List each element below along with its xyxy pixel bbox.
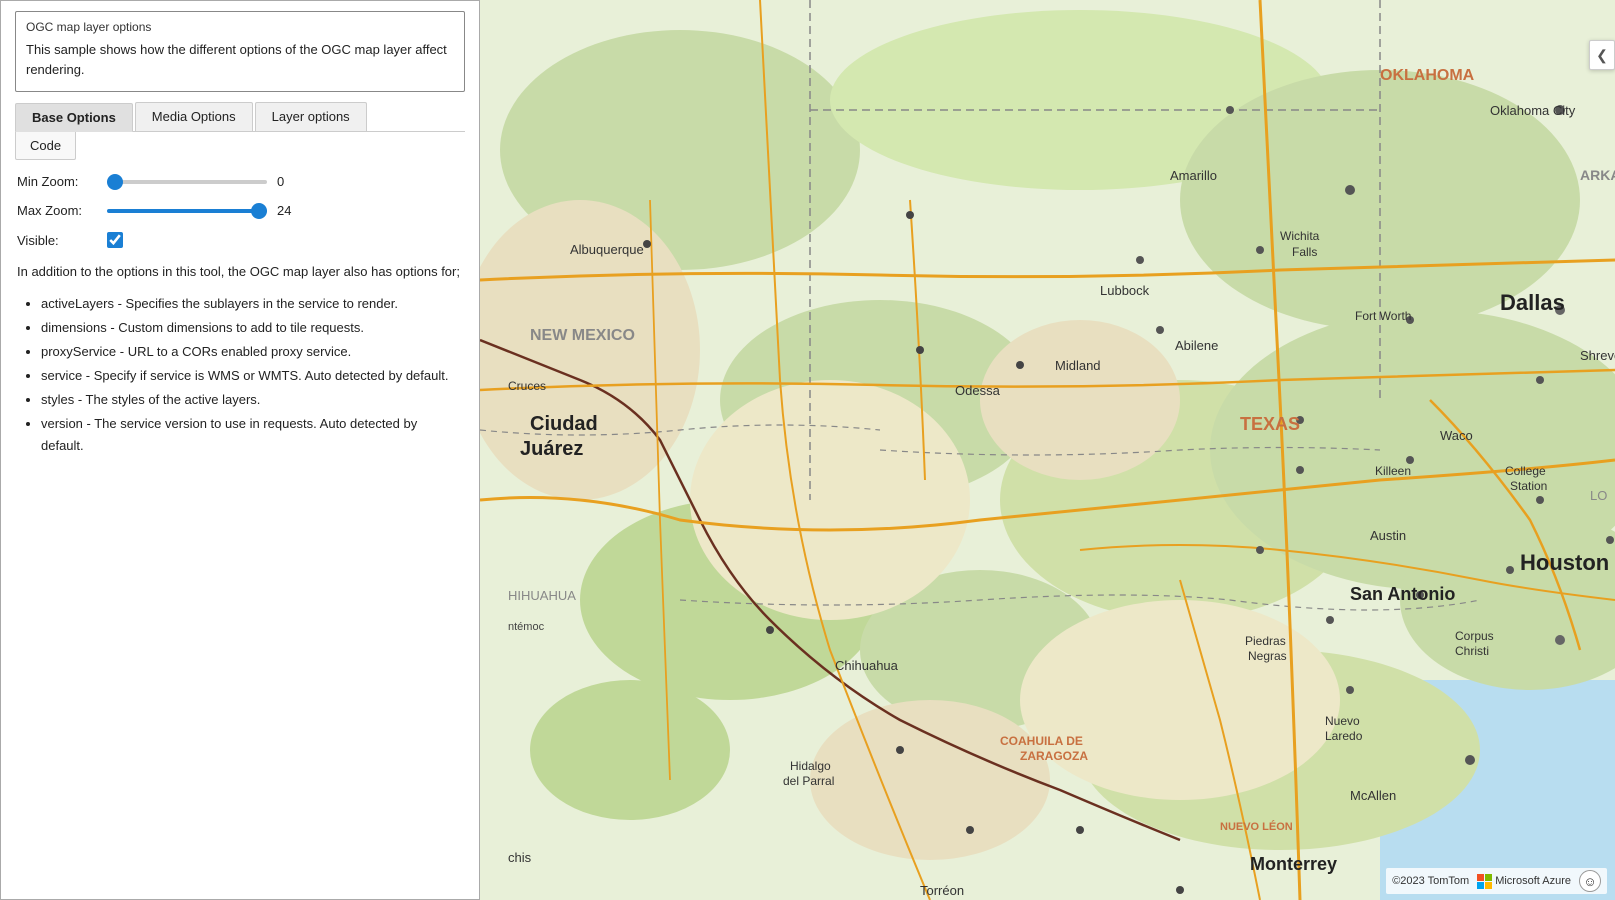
svg-text:Cruces: Cruces <box>508 379 546 393</box>
visible-label: Visible: <box>17 233 107 248</box>
max-zoom-slider-container: 24 <box>107 203 463 218</box>
svg-text:Amarillo: Amarillo <box>1170 168 1217 183</box>
svg-text:Piedras: Piedras <box>1245 634 1286 648</box>
svg-text:Shreveport: Shreveport <box>1580 348 1615 363</box>
svg-text:COAHUILA DE: COAHUILA DE <box>1000 734 1083 748</box>
svg-text:Hidalgo: Hidalgo <box>790 759 831 773</box>
svg-text:Waco: Waco <box>1440 428 1473 443</box>
bullet-list: activeLayers - Specifies the sublayers i… <box>17 293 463 458</box>
visible-checkbox-container <box>107 232 123 248</box>
map-svg: Albuquerque NEW MEXICO Amarillo OKLAHOMA… <box>480 0 1615 900</box>
svg-text:ZARAGOZA: ZARAGOZA <box>1020 749 1088 763</box>
svg-text:Odessa: Odessa <box>955 383 1001 398</box>
svg-text:OKLAHOMA: OKLAHOMA <box>1380 67 1475 84</box>
chevron-left-icon: ❮ <box>1596 47 1608 64</box>
min-zoom-slider-container: 0 <box>107 174 463 189</box>
svg-text:del Parral: del Parral <box>783 774 834 788</box>
svg-text:Laredo: Laredo <box>1325 729 1363 743</box>
max-zoom-label: Max Zoom: <box>17 203 107 218</box>
left-panel: OGC map layer options This sample shows … <box>0 0 480 900</box>
svg-text:Oklahoma City: Oklahoma City <box>1490 103 1576 118</box>
bullet-item: dimensions - Custom dimensions to add to… <box>41 317 463 339</box>
tab-base-options[interactable]: Base Options <box>15 103 133 132</box>
tabs-row: Base Options Media Options Layer options <box>15 102 465 132</box>
svg-text:Dallas: Dallas <box>1500 290 1565 315</box>
panel-title: OGC map layer options <box>26 20 454 34</box>
svg-text:McAllen: McAllen <box>1350 788 1396 803</box>
bullet-item: service - Specify if service is WMS or W… <box>41 365 463 387</box>
svg-text:NUEVO LÉON: NUEVO LÉON <box>1220 820 1293 833</box>
min-zoom-slider[interactable] <box>107 180 267 184</box>
svg-text:TEXAS: TEXAS <box>1240 414 1300 434</box>
tab-media-options[interactable]: Media Options <box>135 102 253 131</box>
svg-text:Austin: Austin <box>1370 528 1406 543</box>
visible-row: Visible: <box>17 232 463 248</box>
svg-text:Negras: Negras <box>1248 649 1287 663</box>
svg-text:Killeen: Killeen <box>1375 464 1411 478</box>
min-zoom-label: Min Zoom: <box>17 174 107 189</box>
max-zoom-value: 24 <box>277 203 297 218</box>
min-zoom-value: 0 <box>277 174 297 189</box>
panel-title-box: OGC map layer options This sample shows … <box>15 11 465 92</box>
svg-text:LO: LO <box>1590 488 1607 503</box>
svg-text:Midland: Midland <box>1055 358 1101 373</box>
svg-text:Falls: Falls <box>1292 245 1317 259</box>
svg-text:Ciudad: Ciudad <box>530 413 598 435</box>
tab-layer-options[interactable]: Layer options <box>255 102 367 131</box>
ms-square-green <box>1485 874 1492 881</box>
map-container: Albuquerque NEW MEXICO Amarillo OKLAHOMA… <box>480 0 1615 900</box>
feedback-button[interactable]: ☺ <box>1579 870 1601 892</box>
svg-text:Juárez: Juárez <box>520 438 583 460</box>
min-zoom-row: Min Zoom: 0 <box>17 174 463 189</box>
svg-text:Fort Worth: Fort Worth <box>1355 309 1411 323</box>
smiley-icon: ☺ <box>1583 874 1596 889</box>
tomtom-attribution: ©2023 TomTom <box>1392 875 1469 887</box>
tab-code[interactable]: Code <box>15 132 76 160</box>
svg-text:Nuevo: Nuevo <box>1325 714 1360 728</box>
svg-text:chis: chis <box>508 850 532 865</box>
svg-text:Albuquerque: Albuquerque <box>570 242 644 257</box>
panel-description: This sample shows how the different opti… <box>26 40 454 79</box>
ms-square-red <box>1477 874 1484 881</box>
max-zoom-row: Max Zoom: 24 <box>17 203 463 218</box>
svg-text:Monterrey: Monterrey <box>1250 854 1337 874</box>
bullet-item: styles - The styles of the active layers… <box>41 389 463 411</box>
svg-text:Station: Station <box>1510 479 1547 493</box>
microsoft-squares-icon <box>1477 874 1492 889</box>
map-attribution: ©2023 TomTom Microsoft Azure ☺ <box>1386 868 1607 894</box>
max-zoom-slider[interactable] <box>107 209 267 213</box>
info-text: In addition to the options in this tool,… <box>17 262 463 283</box>
svg-text:ARKAN: ARKAN <box>1580 167 1615 183</box>
collapse-button[interactable]: ❮ <box>1589 40 1615 70</box>
ms-square-blue <box>1477 882 1484 889</box>
svg-text:Torréon: Torréon <box>920 883 964 898</box>
visible-checkbox[interactable] <box>107 232 123 248</box>
tab-content-base: Min Zoom: 0 Max Zoom: 24 Visible: In add… <box>15 160 465 885</box>
svg-text:Chihuahua: Chihuahua <box>835 658 899 673</box>
bullet-item: proxyService - URL to a CORs enabled pro… <box>41 341 463 363</box>
microsoft-azure-label: Microsoft Azure <box>1495 875 1571 887</box>
svg-text:ntémoc: ntémoc <box>508 621 545 633</box>
svg-text:Corpus: Corpus <box>1455 629 1494 643</box>
svg-text:Wichita: Wichita <box>1280 229 1320 243</box>
bullet-item: version - The service version to use in … <box>41 413 463 457</box>
svg-text:San Antonio: San Antonio <box>1350 584 1455 604</box>
svg-text:Lubbock: Lubbock <box>1100 283 1150 298</box>
microsoft-azure-logo: Microsoft Azure <box>1477 874 1571 889</box>
svg-text:Christi: Christi <box>1455 644 1489 658</box>
svg-text:College: College <box>1505 464 1546 478</box>
ms-square-yellow <box>1485 882 1492 889</box>
svg-text:HIHUAHUA: HIHUAHUA <box>508 588 576 603</box>
svg-text:Abilene: Abilene <box>1175 338 1218 353</box>
svg-text:NEW MEXICO: NEW MEXICO <box>530 327 635 344</box>
bullet-item: activeLayers - Specifies the sublayers i… <box>41 293 463 315</box>
svg-text:Houston: Houston <box>1520 550 1609 575</box>
